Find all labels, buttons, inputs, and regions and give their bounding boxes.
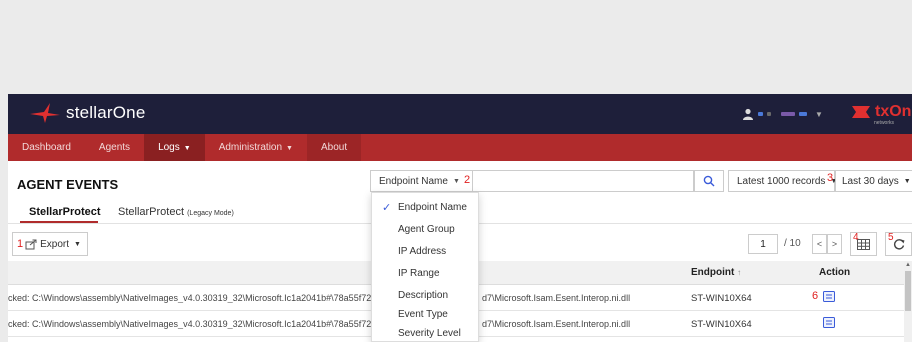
prev-page-button[interactable]: < xyxy=(812,234,827,254)
event-description-cell: cked: C:\Windows\assembly\NativeImages_v… xyxy=(8,293,371,303)
refresh-button[interactable]: 5 xyxy=(885,232,912,256)
nav-dashboard[interactable]: Dashboard xyxy=(8,134,85,161)
nav-dashboard-label: Dashboard xyxy=(22,142,71,153)
dropdown-item-label: Agent Group xyxy=(398,224,455,235)
stellar-star-icon xyxy=(30,103,60,123)
top-blank-area xyxy=(0,0,912,94)
nav-about-label: About xyxy=(320,142,348,153)
page-total: / 10 xyxy=(784,238,801,249)
endpoint-cell: ST-WIN10X64 xyxy=(691,293,752,304)
dropdown-item-endpoint-name[interactable]: ✓ Endpoint Name xyxy=(372,197,480,219)
nav-logs[interactable]: Logs ▼ xyxy=(144,134,205,161)
page-title: AGENT EVENTS xyxy=(17,177,119,192)
tab-legacy-label: StellarProtect xyxy=(118,206,185,218)
nav-logs-label: Logs xyxy=(158,142,180,153)
dropdown-item-ip-address[interactable]: IP Address xyxy=(372,241,480,263)
search-input[interactable] xyxy=(473,170,694,192)
nav-administration[interactable]: Administration ▼ xyxy=(205,134,307,161)
brand-name: stellarOne xyxy=(66,103,146,122)
endpoint-cell: ST-WIN10X64 xyxy=(691,319,752,330)
nav-agents-label: Agents xyxy=(98,142,131,153)
user-name-redacted xyxy=(758,112,763,116)
sort-icon: ↑ xyxy=(737,268,742,277)
user-name-redacted xyxy=(781,112,795,116)
app-header: stellarOne ▼ txOne networks xyxy=(8,94,912,134)
scroll-thumb[interactable] xyxy=(905,271,911,311)
user-icon xyxy=(743,108,753,120)
chevron-down-icon: ▼ xyxy=(74,240,81,248)
column-settings-button[interactable]: 4 xyxy=(850,232,877,256)
nav-agents[interactable]: Agents xyxy=(85,134,144,161)
annotation-2: 2 xyxy=(464,174,471,186)
chevron-down-icon: ▼ xyxy=(183,145,191,152)
user-name-redacted xyxy=(767,112,771,116)
dropdown-item-label: IP Address xyxy=(398,246,447,257)
annotation-1: 1 xyxy=(17,238,24,250)
dropdown-item-ip-range[interactable]: IP Range xyxy=(372,263,480,285)
tab-legacy-suffix: (Legacy Mode) xyxy=(187,210,234,217)
nav-about[interactable]: About xyxy=(306,134,362,161)
dropdown-item-agent-group[interactable]: Agent Group xyxy=(372,219,480,241)
dropdown-item-label: Endpoint Name xyxy=(398,202,467,213)
records-value: Latest 1000 records xyxy=(737,175,826,187)
view-details-icon[interactable] xyxy=(823,291,835,302)
event-description-cell: cked: C:\Windows\assembly\NativeImages_v… xyxy=(8,319,371,329)
annotation-3: 3 xyxy=(827,172,834,184)
search-field-dropdown: ✓ Endpoint Name Agent Group IP Address IP… xyxy=(371,192,479,342)
page-number-input[interactable]: 1 xyxy=(748,234,778,254)
search-button[interactable] xyxy=(694,170,724,192)
partner-subtitle: networks xyxy=(874,120,895,126)
view-details-icon[interactable] xyxy=(823,317,835,328)
column-action: Action xyxy=(819,267,851,278)
dropdown-item-label: Event Type xyxy=(398,309,448,320)
dropdown-item-label: Severity Level xyxy=(398,328,461,339)
tab-stellarprotect-legacy[interactable]: StellarProtect (Legacy Mode) xyxy=(118,206,234,218)
dropdown-item-label: Description xyxy=(398,290,449,301)
search-field-value: Endpoint Name xyxy=(379,175,448,187)
refresh-icon xyxy=(893,239,904,250)
export-button[interactable]: 1 Export ▼ xyxy=(12,232,88,256)
txone-logo-icon xyxy=(852,106,870,118)
search-icon xyxy=(703,175,715,187)
period-value: Last 30 days xyxy=(842,175,899,187)
partner-logo: txOne networks xyxy=(850,103,912,126)
export-icon xyxy=(25,239,37,249)
annotation-5: 5 xyxy=(888,232,894,243)
user-name-redacted xyxy=(799,112,807,116)
period-select[interactable]: Last 30 days ▼ xyxy=(835,170,912,192)
records-select[interactable]: Latest 1000 records ▼ xyxy=(728,170,837,192)
partner-name: txOne xyxy=(875,103,912,120)
chevron-down-icon: ▼ xyxy=(815,109,823,119)
brand-logo[interactable]: stellarOne xyxy=(30,103,145,123)
chevron-down-icon: ▼ xyxy=(452,177,460,185)
check-icon: ✓ xyxy=(382,202,392,214)
nav-administration-label: Administration xyxy=(218,142,283,153)
chevron-down-icon: ▼ xyxy=(286,145,293,152)
main-nav: Dashboard Agents Logs ▼ Administration ▼ A… xyxy=(8,134,912,161)
next-page-button[interactable]: > xyxy=(827,234,842,254)
dropdown-item-label: IP Range xyxy=(398,268,440,279)
column-endpoint[interactable]: Endpoint ↑ xyxy=(691,267,741,278)
export-label: Export xyxy=(40,238,70,250)
event-description-cell: d7\Microsoft.Isam.Esent.Interop.ni.dll xyxy=(482,293,631,303)
annotation-4: 4 xyxy=(853,232,859,243)
dropdown-item-severity-level[interactable]: Severity Level xyxy=(372,323,480,342)
chevron-down-icon: ▼ xyxy=(903,177,911,185)
tab-stellarprotect[interactable]: StellarProtect xyxy=(29,206,101,218)
annotation-6: 6 xyxy=(812,290,819,302)
column-endpoint-label: Endpoint xyxy=(691,267,735,278)
search-field-select[interactable]: Endpoint Name ▼ xyxy=(370,170,473,192)
user-menu[interactable]: ▼ xyxy=(742,108,823,120)
scroll-up-icon[interactable]: ▲ xyxy=(905,262,911,268)
table-scrollbar[interactable]: ▲ xyxy=(904,261,912,342)
tab-stellarprotect-label: StellarProtect xyxy=(29,206,101,218)
event-description-cell: d7\Microsoft.Isam.Esent.Interop.ni.dll xyxy=(482,319,631,329)
